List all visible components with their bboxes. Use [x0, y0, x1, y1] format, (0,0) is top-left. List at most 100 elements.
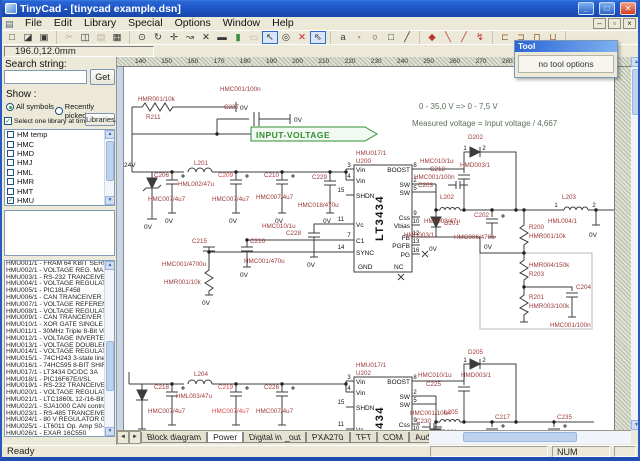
- library-item-hm-temp[interactable]: HM temp: [5, 130, 114, 139]
- tab-pxa270[interactable]: PXA270: [306, 432, 349, 443]
- scroll-up-icon[interactable]: ▲: [631, 57, 640, 67]
- library-item-hmc[interactable]: HMC: [5, 139, 114, 148]
- checkbox-icon[interactable]: [7, 178, 14, 185]
- new-icon[interactable]: □: [4, 31, 20, 44]
- libraries-button[interactable]: Libraries...: [85, 113, 115, 126]
- library-item-hmd[interactable]: HMD: [5, 149, 114, 158]
- tab-block-diagram[interactable]: Block diagram: [141, 432, 207, 443]
- open-icon[interactable]: ◪: [20, 31, 36, 44]
- tab-power[interactable]: Power: [207, 432, 243, 443]
- component-list-scrollbar[interactable]: ▲ ▼: [104, 261, 114, 436]
- schematic-label: 8: [413, 163, 417, 169]
- library-item-hmu[interactable]: ✓HMU: [5, 196, 114, 205]
- get-button[interactable]: Get: [90, 69, 115, 85]
- child-close-button[interactable]: ×: [623, 18, 636, 29]
- wire-icon[interactable]: ↝: [182, 31, 198, 44]
- delete-icon[interactable]: ✕: [198, 31, 214, 44]
- menu-special[interactable]: Special: [122, 17, 168, 29]
- tab-digital-in-out[interactable]: Digital in _out: [243, 432, 307, 443]
- scroll-up-icon[interactable]: ▲: [105, 261, 115, 270]
- schematic-label: HMD003/1: [404, 232, 435, 239]
- menu-file[interactable]: File: [19, 17, 48, 29]
- minimize-button[interactable]: _: [578, 2, 594, 15]
- maximize-button[interactable]: □: [599, 2, 615, 15]
- checkbox-icon[interactable]: [7, 169, 14, 176]
- tab-com[interactable]: COM: [377, 432, 409, 443]
- child-minimize-button[interactable]: –: [593, 18, 606, 29]
- library-item-hml[interactable]: HML: [5, 168, 114, 177]
- canvas-vertical-scrollbar[interactable]: ▲ ▼: [631, 57, 640, 430]
- ruler-number: 280: [502, 58, 513, 65]
- schematic-page[interactable]: HMR001/10kR2110V24VHMC001/100nC2270VINPU…: [117, 67, 614, 430]
- menu-edit[interactable]: Edit: [48, 17, 78, 29]
- schematic-label: 2: [482, 358, 486, 364]
- bus-icon[interactable]: ▬: [214, 31, 230, 44]
- tab-tft[interactable]: TFT: [350, 432, 378, 443]
- line-ne-icon[interactable]: ╱: [456, 31, 472, 44]
- schematic-label: HMC001/4700u: [162, 261, 207, 268]
- popup-title[interactable]: Tool: [515, 41, 617, 52]
- scroll-down-icon[interactable]: ▼: [631, 420, 640, 430]
- search-input[interactable]: [4, 70, 87, 84]
- menu-help[interactable]: Help: [266, 17, 300, 29]
- line-icon[interactable]: ╱: [399, 31, 415, 44]
- tab-scroll-left-icon[interactable]: ◄: [117, 431, 129, 444]
- library-list-scrollbar[interactable]: ▲ ▼: [104, 130, 114, 205]
- library-item-hmr[interactable]: HMR: [5, 177, 114, 186]
- copy-icon[interactable]: ◫: [77, 31, 93, 44]
- junction-dot: [245, 238, 248, 241]
- toolbar-group: ✂◫▤▦: [61, 31, 130, 44]
- scroll-down-icon[interactable]: ▼: [105, 427, 115, 436]
- text-icon[interactable]: a: [335, 31, 351, 44]
- polyline-icon[interactable]: ↯: [472, 31, 488, 44]
- rotate-icon[interactable]: ↻: [150, 31, 166, 44]
- checkbox-icon[interactable]: [7, 150, 14, 157]
- checkbox-icon[interactable]: [7, 131, 14, 138]
- scrollbar-thumb[interactable]: [106, 341, 114, 391]
- probe-icon[interactable]: ⊙: [134, 31, 150, 44]
- paste-icon: ▤: [93, 31, 109, 44]
- pointer-icon[interactable]: ⇖: [310, 31, 326, 44]
- junction-icon[interactable]: ◆: [424, 31, 440, 44]
- menu-window[interactable]: Window: [217, 17, 266, 29]
- close-button[interactable]: ✕: [620, 2, 636, 15]
- schematic-label: C219: [218, 384, 234, 391]
- scrollbar-thumb[interactable]: [463, 432, 577, 442]
- schematic-label: 0V: [229, 218, 238, 225]
- scroll-down-icon[interactable]: ▼: [105, 196, 115, 205]
- tab-scroll-right-icon[interactable]: ►: [129, 431, 141, 444]
- dot-icon[interactable]: ◦: [351, 31, 367, 44]
- schematic-canvas[interactable]: 1401501601701801902002102202302402502602…: [117, 57, 640, 445]
- block-icon[interactable]: ▮: [230, 31, 246, 44]
- library-item-hmt[interactable]: HMT: [5, 186, 114, 195]
- checkbox-icon[interactable]: ✓: [7, 197, 14, 204]
- menu-library[interactable]: Library: [78, 17, 122, 29]
- scrollbar-thumb[interactable]: [632, 69, 640, 115]
- child-restore-button[interactable]: ▫: [608, 18, 621, 29]
- save-icon[interactable]: ▣: [36, 31, 52, 44]
- select-one-library-checkbox[interactable]: ✓ Select one library at time: [4, 117, 89, 125]
- ruler-number: 230: [371, 58, 382, 65]
- checkbox-icon[interactable]: [7, 188, 14, 195]
- checkbox-icon[interactable]: [7, 159, 14, 166]
- scroll-up-icon[interactable]: ▲: [105, 130, 115, 139]
- line-nw-icon[interactable]: ╲: [440, 31, 456, 44]
- move-icon[interactable]: ✛: [166, 31, 182, 44]
- component-list-item[interactable]: HMU026/1 - EXAR 16C550: [5, 431, 114, 437]
- print-icon[interactable]: ▦: [109, 31, 125, 44]
- rotate-left-icon[interactable]: ⊏: [497, 31, 513, 44]
- canvas-horizontal-scrollbar[interactable]: [429, 431, 631, 444]
- radio-all-symbols[interactable]: All symbols: [6, 102, 54, 111]
- select-icon[interactable]: ↖: [262, 31, 278, 44]
- rect-icon[interactable]: □: [383, 31, 399, 44]
- schematic-label: Vin: [356, 167, 366, 174]
- zoom-off-icon[interactable]: ✕: [294, 31, 310, 44]
- circle-icon[interactable]: ○: [367, 31, 383, 44]
- zoom-icon[interactable]: ◎: [278, 31, 294, 44]
- scrollbar-thumb[interactable]: [106, 141, 114, 181]
- library-item-hmj[interactable]: HMJ: [5, 158, 114, 167]
- menu-options[interactable]: Options: [169, 17, 217, 29]
- tab-label: Block diagram: [146, 431, 202, 443]
- schematic-label: PG: [401, 252, 410, 259]
- checkbox-icon[interactable]: [7, 141, 14, 148]
